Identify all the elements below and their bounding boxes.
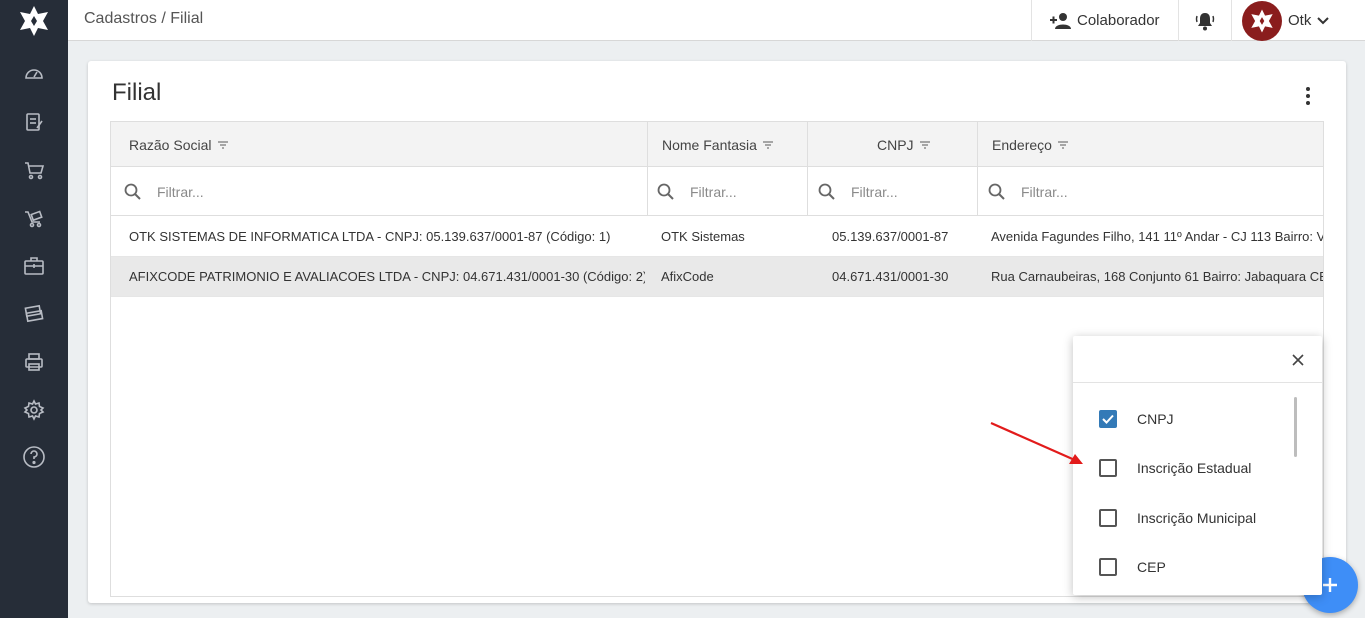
- money-icon[interactable]: [22, 302, 46, 326]
- column-option-cnpj[interactable]: CNPJ: [1099, 407, 1174, 431]
- column-label: Razão Social: [129, 136, 212, 153]
- column-header-endereco[interactable]: Endereço: [992, 122, 1069, 167]
- register-icon[interactable]: [22, 110, 46, 134]
- add-colaborador-button[interactable]: Colaborador: [1031, 0, 1178, 41]
- filter-cell-endereco: [987, 167, 1221, 216]
- logo-icon: [20, 5, 48, 36]
- breadcrumb: Cadastros / Filial: [84, 10, 204, 27]
- column-option-inscricao-municipal[interactable]: Inscrição Municipal: [1099, 506, 1256, 530]
- column-label: CNPJ: [877, 136, 914, 153]
- dashboard-icon[interactable]: [22, 62, 46, 86]
- annotation-arrow-icon: [990, 421, 1083, 464]
- filter-input-cnpj[interactable]: [851, 183, 971, 200]
- colaborador-label: Colaborador: [1077, 12, 1160, 29]
- search-icon: [657, 183, 674, 200]
- checkbox[interactable]: [1099, 459, 1117, 477]
- column-option-label: Inscrição Municipal: [1137, 510, 1257, 526]
- scrollbar[interactable]: [1294, 397, 1297, 457]
- shopping-cart-icon[interactable]: [22, 206, 46, 230]
- add-user-icon: [1050, 12, 1071, 29]
- page-title: Filial: [112, 79, 162, 106]
- column-option-cep[interactable]: CEP: [1099, 555, 1166, 579]
- filter-input-nome-fantasia[interactable]: [690, 183, 790, 200]
- bell-icon: [1195, 12, 1215, 30]
- column-chooser-popup: CNPJ Inscrição Estadual Inscrição Munici…: [1073, 336, 1322, 595]
- cell-cnpj: 04.671.431/0001-30: [832, 269, 949, 284]
- checkbox-checked[interactable]: [1099, 410, 1117, 428]
- column-option-label: CNPJ: [1137, 411, 1174, 427]
- cell-cnpj: 05.139.637/0001-87: [832, 229, 949, 244]
- printer-icon[interactable]: [22, 350, 46, 374]
- column-divider: [977, 122, 978, 216]
- cell-razao-social: AFIXCODE PATRIMONIO E AVALIACOES LTDA - …: [129, 269, 645, 284]
- topbar: Cadastros / Filial Colaborador Otk: [68, 0, 1365, 41]
- notifications-button[interactable]: [1178, 0, 1231, 41]
- grid-header: Razão Social Nome Fantasia CNPJ Endereço: [111, 122, 1323, 167]
- column-option-label: Inscrição Estadual: [1137, 460, 1252, 476]
- filter-row: [111, 167, 1323, 216]
- user-name: Otk: [1288, 12, 1312, 29]
- column-divider: [807, 122, 808, 216]
- column-header-razao-social[interactable]: Razão Social: [129, 122, 229, 167]
- column-label: Endereço: [992, 136, 1052, 153]
- search-icon: [818, 183, 835, 200]
- cell-endereco: Rua Carnaubeiras, 168 Conjunto 61 Bairro…: [991, 269, 1324, 284]
- sidebar: [0, 0, 68, 618]
- user-menu[interactable]: Otk: [1231, 0, 1365, 41]
- avatar-logo-icon: [1251, 9, 1273, 32]
- column-option-inscricao-estadual[interactable]: Inscrição Estadual: [1099, 456, 1251, 480]
- table-row[interactable]: OTK SISTEMAS DE INFORMATICA LTDA - CNPJ:…: [111, 217, 1323, 257]
- cell-razao-social: OTK SISTEMAS DE INFORMATICA LTDA - CNPJ:…: [129, 229, 611, 244]
- search-icon: [988, 183, 1005, 200]
- filter-cell-nome-fantasia: [656, 167, 790, 216]
- avatar: [1242, 0, 1282, 41]
- more-options-button[interactable]: [1298, 85, 1318, 107]
- cell-nome-fantasia: AfixCode: [661, 269, 714, 284]
- cart-icon[interactable]: [22, 158, 46, 182]
- filter-cell-cnpj: [817, 167, 971, 216]
- checkbox[interactable]: [1099, 509, 1117, 527]
- briefcase-icon[interactable]: [22, 254, 46, 278]
- filter-icon[interactable]: [1057, 140, 1069, 150]
- filter-cell-razao-social: [123, 167, 277, 216]
- column-label: Nome Fantasia: [662, 136, 757, 153]
- filter-input-razao-social[interactable]: [157, 183, 277, 200]
- close-icon: [1292, 354, 1304, 366]
- filter-input-endereco[interactable]: [1021, 183, 1221, 200]
- close-button[interactable]: [1288, 350, 1308, 370]
- column-option-label: CEP: [1137, 559, 1166, 575]
- dot-icon: [1306, 94, 1310, 98]
- filter-icon[interactable]: [217, 140, 229, 150]
- settings-icon[interactable]: [22, 398, 46, 422]
- plus-icon: [1323, 578, 1337, 592]
- column-header-cnpj[interactable]: CNPJ: [877, 122, 931, 167]
- dot-icon: [1306, 87, 1310, 91]
- check-icon: [1102, 414, 1114, 424]
- filter-icon[interactable]: [919, 140, 931, 150]
- cell-nome-fantasia: OTK Sistemas: [661, 229, 745, 244]
- table-row[interactable]: AFIXCODE PATRIMONIO E AVALIACOES LTDA - …: [111, 257, 1324, 297]
- dot-icon: [1306, 101, 1310, 105]
- filter-icon[interactable]: [762, 140, 774, 150]
- app-logo[interactable]: [0, 0, 68, 41]
- search-icon: [124, 183, 141, 200]
- cell-endereco: Avenida Fagundes Filho, 141 11º Andar - …: [991, 229, 1323, 244]
- help-icon[interactable]: [22, 445, 46, 469]
- chevron-down-icon: [1317, 16, 1330, 24]
- column-header-nome-fantasia[interactable]: Nome Fantasia: [662, 122, 774, 167]
- checkbox[interactable]: [1099, 558, 1117, 576]
- column-divider: [647, 122, 648, 216]
- popup-header: [1073, 336, 1322, 383]
